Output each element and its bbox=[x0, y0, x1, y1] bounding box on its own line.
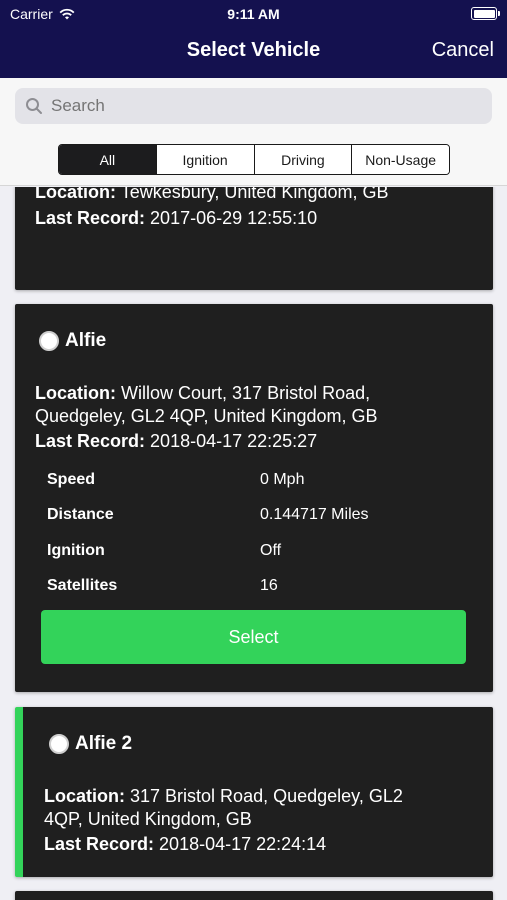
stat-value: Off bbox=[260, 541, 282, 559]
stat-label: Ignition bbox=[47, 541, 105, 559]
tab-ignition[interactable]: Ignition bbox=[156, 145, 255, 174]
vehicle-last-record: Last Record: 2018-04-17 22:25:27 bbox=[35, 430, 317, 453]
stat-row-distance: Distance 0.144717 Miles bbox=[47, 498, 467, 534]
location-value-line1: 317 Bristol Road, Quedgeley, GL2 bbox=[130, 786, 403, 806]
search-bar[interactable] bbox=[15, 88, 492, 124]
stat-row-speed: Speed 0 Mph bbox=[47, 462, 467, 498]
stat-label: Distance bbox=[47, 506, 114, 524]
vehicle-list[interactable]: admin Location: Tewkesbury, United Kingd… bbox=[0, 187, 507, 900]
navigation-bar: Carrier 9:11 AM Select Vehicle Cancel bbox=[0, 0, 507, 78]
stat-value: 0.144717 Miles bbox=[260, 506, 369, 524]
status-time: 9:11 AM bbox=[227, 6, 280, 22]
stat-row-satellites: Satellites 16 bbox=[47, 569, 467, 605]
vehicle-location-line2: 4QP, United Kingdom, GB bbox=[44, 809, 252, 829]
vehicle-stats: Speed 0 Mph Distance 0.144717 Miles Igni… bbox=[47, 462, 467, 604]
last-record-value: 2017-06-29 12:55:10 bbox=[150, 208, 318, 228]
radio-button-icon[interactable] bbox=[39, 331, 59, 351]
vehicle-card[interactable]: Alfie 2 Location: 317 Bristol Road, Qued… bbox=[15, 707, 493, 877]
filter-segmented-control: All Ignition Driving Non-Usage bbox=[58, 144, 450, 175]
last-record-label: Last Record: bbox=[35, 431, 146, 451]
vehicle-location: Location: Willow Court, 317 Bristol Road… bbox=[35, 382, 370, 405]
search-input[interactable] bbox=[51, 96, 471, 116]
stat-label: Satellites bbox=[47, 577, 118, 595]
location-label: Location: bbox=[35, 383, 116, 403]
radio-button-icon[interactable] bbox=[49, 734, 69, 754]
vehicle-radio-row[interactable]: Alfie bbox=[39, 330, 106, 352]
vehicle-location-line2: Quedgeley, GL2 4QP, United Kingdom, GB bbox=[35, 406, 378, 426]
location-value: Tewkesbury, United Kingdom, GB bbox=[120, 187, 389, 202]
battery-icon bbox=[471, 7, 500, 20]
location-value-line1: Willow Court, 317 Bristol Road, bbox=[121, 383, 371, 403]
vehicle-location: Location: 317 Bristol Road, Quedgeley, G… bbox=[44, 785, 403, 808]
tab-all[interactable]: All bbox=[59, 145, 157, 174]
select-button[interactable]: Select bbox=[41, 610, 466, 664]
vehicle-card[interactable] bbox=[15, 891, 493, 900]
last-record-value: 2018-04-17 22:25:27 bbox=[150, 431, 318, 451]
last-record-label: Last Record: bbox=[35, 208, 146, 228]
stat-row-ignition: Ignition Off bbox=[47, 533, 467, 569]
location-label: Location: bbox=[35, 187, 116, 202]
vehicle-name: Alfie bbox=[65, 330, 107, 351]
location-label: Location: bbox=[44, 786, 125, 806]
vehicle-card-selected[interactable]: Alfie Location: Willow Court, 317 Bristo… bbox=[15, 304, 493, 692]
vehicle-name: Alfie 2 bbox=[75, 733, 133, 754]
last-record-value: 2018-04-17 22:24:14 bbox=[159, 834, 327, 854]
tab-non-usage[interactable]: Non-Usage bbox=[352, 145, 449, 174]
stat-label: Speed bbox=[47, 470, 96, 488]
vehicle-last-record: Last Record: 2018-04-17 22:24:14 bbox=[44, 833, 326, 856]
vehicle-card[interactable]: admin Location: Tewkesbury, United Kingd… bbox=[15, 187, 493, 290]
search-icon bbox=[26, 98, 42, 114]
stat-value: 0 Mph bbox=[260, 470, 305, 488]
status-bar: Carrier 9:11 AM bbox=[0, 0, 507, 28]
vehicle-location: Location: Tewkesbury, United Kingdom, GB bbox=[35, 187, 388, 204]
cancel-button[interactable]: Cancel bbox=[432, 39, 494, 62]
vehicle-last-record: Last Record: 2017-06-29 12:55:10 bbox=[35, 207, 317, 230]
stat-value: 16 bbox=[260, 577, 278, 595]
vehicle-radio-row[interactable]: Alfie 2 bbox=[49, 733, 132, 755]
last-record-label: Last Record: bbox=[44, 834, 155, 854]
search-area: All Ignition Driving Non-Usage bbox=[0, 78, 507, 186]
tab-driving[interactable]: Driving bbox=[254, 145, 353, 174]
